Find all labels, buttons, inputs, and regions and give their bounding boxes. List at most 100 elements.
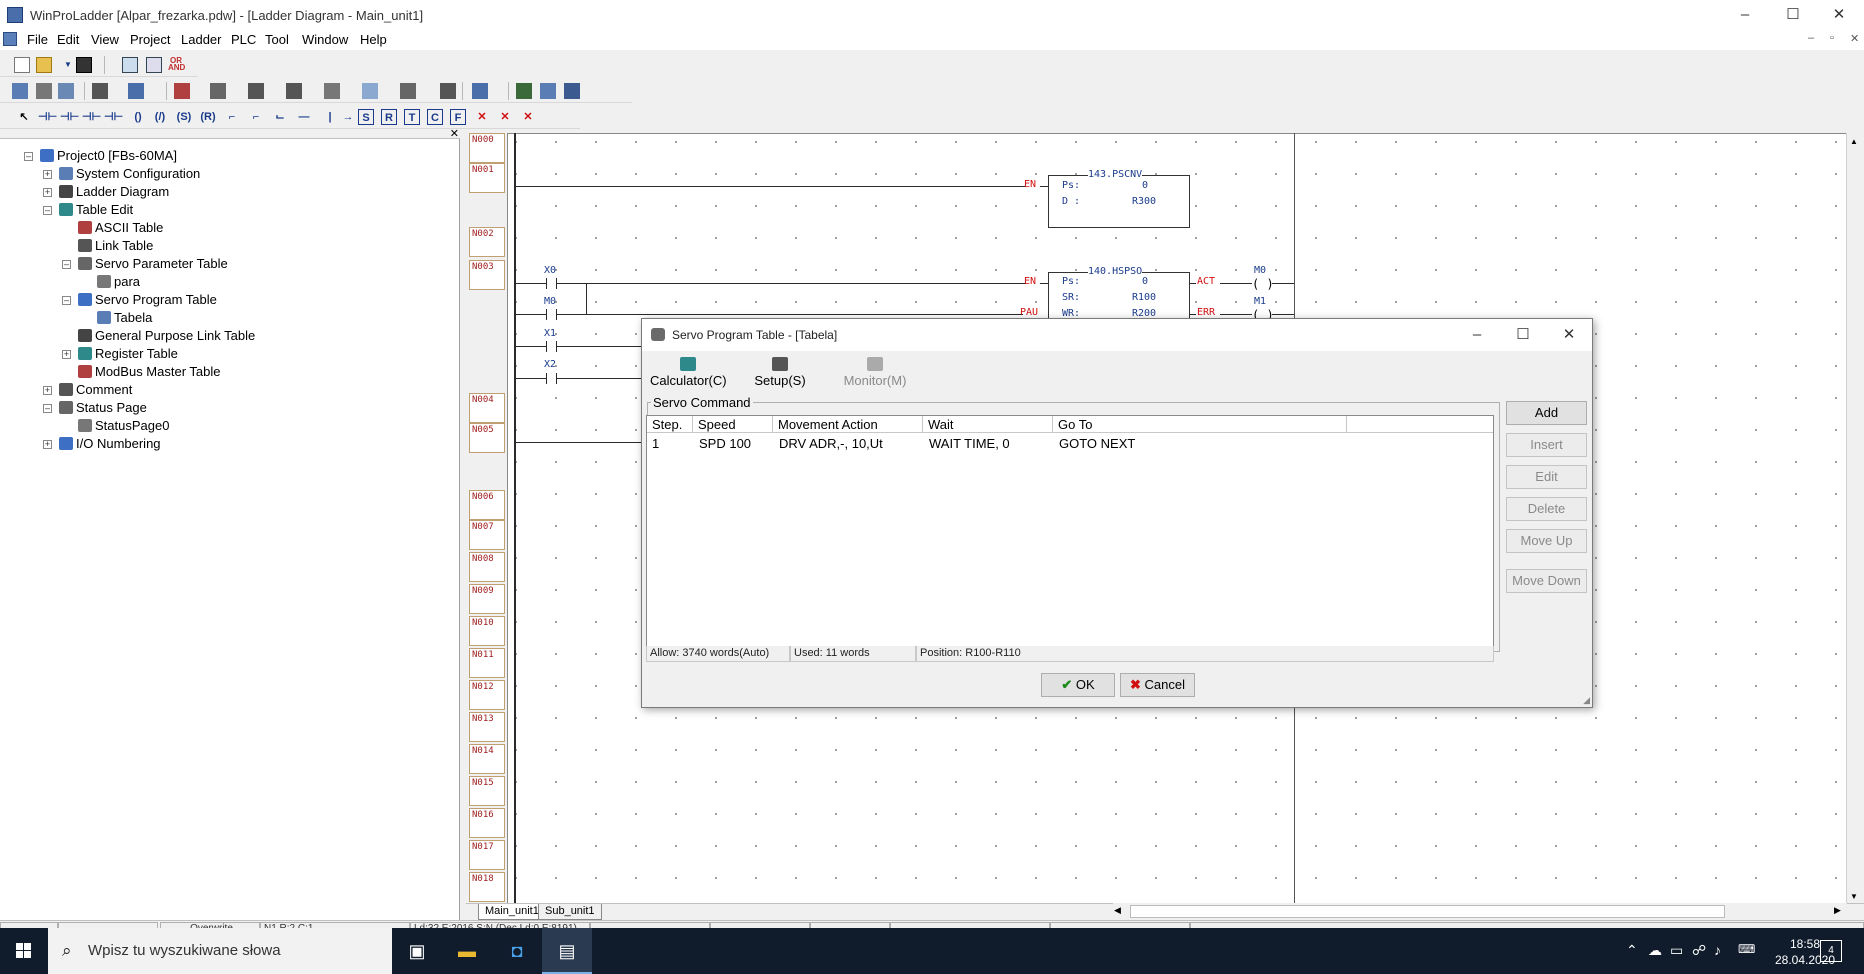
menu-project[interactable]: Project [130, 32, 170, 47]
rung-number[interactable]: N009 [469, 584, 505, 614]
rung-number[interactable]: N014 [469, 744, 505, 774]
contact-down-icon[interactable]: ⊣⊢ [104, 109, 123, 125]
toolbar-icon-5[interactable] [128, 83, 144, 99]
cell-goto[interactable]: GOTO NEXT [1059, 436, 1135, 451]
tree-item[interactable]: General Purpose Link Table [78, 328, 255, 346]
onedrive-icon[interactable]: ☁ [1648, 942, 1662, 959]
contact-x1[interactable] [546, 341, 547, 352]
tree-item[interactable]: ASCII Table [78, 220, 163, 238]
tree-item[interactable]: – Table Edit [43, 202, 133, 220]
add-button[interactable]: Add [1506, 401, 1587, 425]
delete-vline-icon[interactable]: ✕ [497, 109, 513, 125]
toolbar-icon-10[interactable] [324, 83, 340, 99]
dialog-minimize-button[interactable]: – [1454, 319, 1500, 351]
tree-item[interactable]: para [97, 274, 140, 292]
winproladder-taskbar-icon[interactable]: ▤ [542, 928, 592, 974]
tree-item[interactable]: – Servo Program Table [62, 292, 217, 310]
edit-button[interactable]: Edit [1506, 465, 1587, 489]
setup-button[interactable]: Setup(S) [752, 357, 808, 388]
rung-number[interactable]: N011 [469, 648, 505, 678]
cell-wait[interactable]: WAIT TIME, 0 [929, 436, 1010, 451]
move-up-button[interactable]: Move Up [1506, 529, 1587, 553]
collapse-icon[interactable]: – [43, 404, 52, 413]
delete-row-icon[interactable]: ✕ [520, 109, 536, 125]
toolbar-icon-6[interactable] [174, 83, 190, 99]
set-function-icon[interactable]: S [358, 109, 374, 125]
notification-center-icon[interactable]: 4 [1820, 940, 1842, 962]
new-file-icon[interactable] [14, 57, 30, 73]
tree-item[interactable]: – Project0 [FBs-60MA] [24, 148, 177, 166]
menu-help[interactable]: Help [360, 32, 387, 47]
col-header-speed[interactable]: Speed [693, 416, 773, 433]
toolbar-icon-7[interactable] [210, 83, 226, 99]
mdi-close-button[interactable]: ✕ [1850, 32, 1859, 45]
cell-movement[interactable]: DRV ADR,-, 10,Ut [779, 436, 883, 451]
col-header-movement[interactable]: Movement Action [773, 416, 923, 433]
rung-number[interactable]: N016 [469, 808, 505, 838]
toolbar-icon-14[interactable] [516, 83, 532, 99]
rung-number[interactable]: N006 [469, 490, 505, 520]
rung-number[interactable]: N015 [469, 776, 505, 806]
rung-number[interactable]: N001 [469, 163, 505, 193]
rung-number[interactable]: N005 [469, 423, 505, 453]
tree-item[interactable]: + Register Table [62, 346, 178, 364]
calculator-button[interactable]: Calculator(C) [650, 357, 727, 388]
expand-icon[interactable]: + [43, 386, 52, 395]
toolbar-icon-2[interactable] [36, 83, 52, 99]
down-branch-icon[interactable]: ⌙ [272, 109, 288, 125]
start-button[interactable] [0, 928, 48, 974]
menu-edit[interactable]: Edit [57, 32, 79, 47]
move-down-button[interactable]: Move Down [1506, 569, 1587, 593]
tree-item[interactable]: + I/O Numbering [43, 436, 161, 454]
monitor-button[interactable]: Monitor(M) [842, 357, 908, 388]
ladder-view-icon[interactable] [122, 57, 138, 73]
tree-item[interactable]: + System Configuration [43, 166, 200, 184]
contact-m0[interactable] [546, 309, 547, 320]
contact-nc-icon[interactable]: ⊣⊢ [60, 109, 79, 125]
menu-view[interactable]: View [91, 32, 119, 47]
vertical-scrollbar[interactable]: ▲ ▼ [1846, 133, 1863, 903]
menu-plc[interactable]: PLC [231, 32, 256, 47]
store-icon[interactable]: ◘ [492, 928, 542, 974]
tree-close-icon[interactable]: ✕ [450, 127, 459, 140]
network-icon[interactable]: ☍ [1692, 942, 1706, 959]
toolbar-icon-3[interactable] [58, 83, 74, 99]
coil-m0[interactable]: ( ) [1252, 277, 1274, 291]
scroll-down-icon[interactable]: ▼ [1850, 892, 1858, 901]
tree-item[interactable]: ModBus Master Table [78, 364, 221, 382]
or-and-icon[interactable]: OR AND [168, 57, 185, 73]
cell-step[interactable]: 1 [652, 436, 659, 451]
tree-item[interactable]: Link Table [78, 238, 153, 256]
mdi-minimize-button[interactable]: – [1808, 32, 1814, 44]
taskbar-search[interactable]: ⌕ Wpisz tu wyszukiwane słowa [48, 928, 392, 974]
scroll-up-icon[interactable]: ▲ [1850, 137, 1858, 146]
cancel-button[interactable]: ✖ Cancel [1120, 673, 1195, 697]
toolbar-icon-16[interactable] [564, 83, 580, 99]
scroll-left-icon[interactable]: ◀ [1114, 905, 1121, 916]
toolbar-icon-4[interactable] [92, 83, 108, 99]
dialog-maximize-button[interactable]: ☐ [1500, 319, 1546, 351]
timer-icon[interactable]: T [404, 109, 420, 125]
minimize-button[interactable]: – [1722, 0, 1768, 30]
open-folder-icon[interactable] [36, 57, 52, 73]
toolbar-icon-12[interactable] [400, 83, 416, 99]
language-icon[interactable]: ⌨ [1738, 942, 1755, 956]
battery-icon[interactable]: ▭ [1670, 942, 1683, 959]
rung-number[interactable]: N013 [469, 712, 505, 742]
branch-icon[interactable]: ⌐ [224, 109, 240, 125]
rung-number[interactable]: N000 [469, 133, 505, 163]
insert-button[interactable]: Insert [1506, 433, 1587, 457]
reset-function-icon[interactable]: R [381, 109, 397, 125]
menu-ladder[interactable]: Ladder [181, 32, 221, 47]
rung-number[interactable]: N010 [469, 616, 505, 646]
function-icon[interactable]: F [450, 109, 466, 125]
ok-button[interactable]: ✔ OK [1041, 673, 1115, 697]
pointer-icon[interactable]: ↖ [16, 109, 32, 125]
delete-button[interactable]: Delete [1506, 497, 1587, 521]
scrollbar-thumb[interactable] [1130, 905, 1725, 918]
col-header-wait[interactable]: Wait [923, 416, 1053, 433]
toolbar-icon-1[interactable] [12, 83, 28, 99]
dropdown-arrow-icon[interactable]: ▼ [60, 57, 76, 73]
rung-number[interactable]: N017 [469, 840, 505, 870]
expand-icon[interactable]: + [62, 350, 71, 359]
